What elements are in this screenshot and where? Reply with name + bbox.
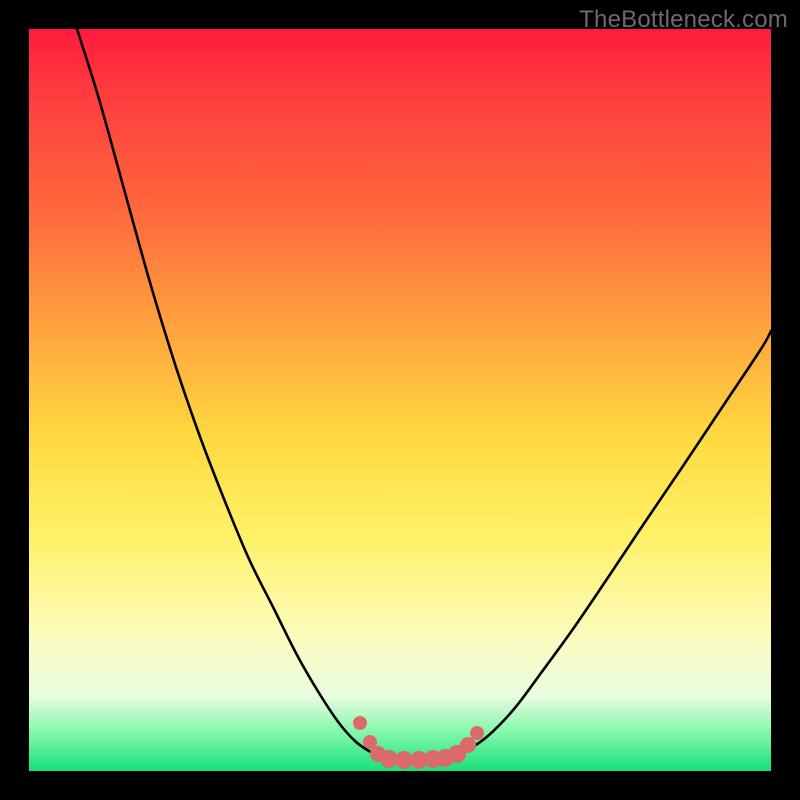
bottom-marker-dot <box>460 737 476 753</box>
chart-svg <box>29 29 771 771</box>
bottom-marker-dot <box>470 726 484 740</box>
watermark-text: TheBottleneck.com <box>579 6 788 34</box>
bottleneck-curve <box>77 29 771 758</box>
bottom-marker-group <box>353 716 484 769</box>
bottom-marker-dot <box>353 716 367 730</box>
chart-gradient-area <box>29 29 771 771</box>
